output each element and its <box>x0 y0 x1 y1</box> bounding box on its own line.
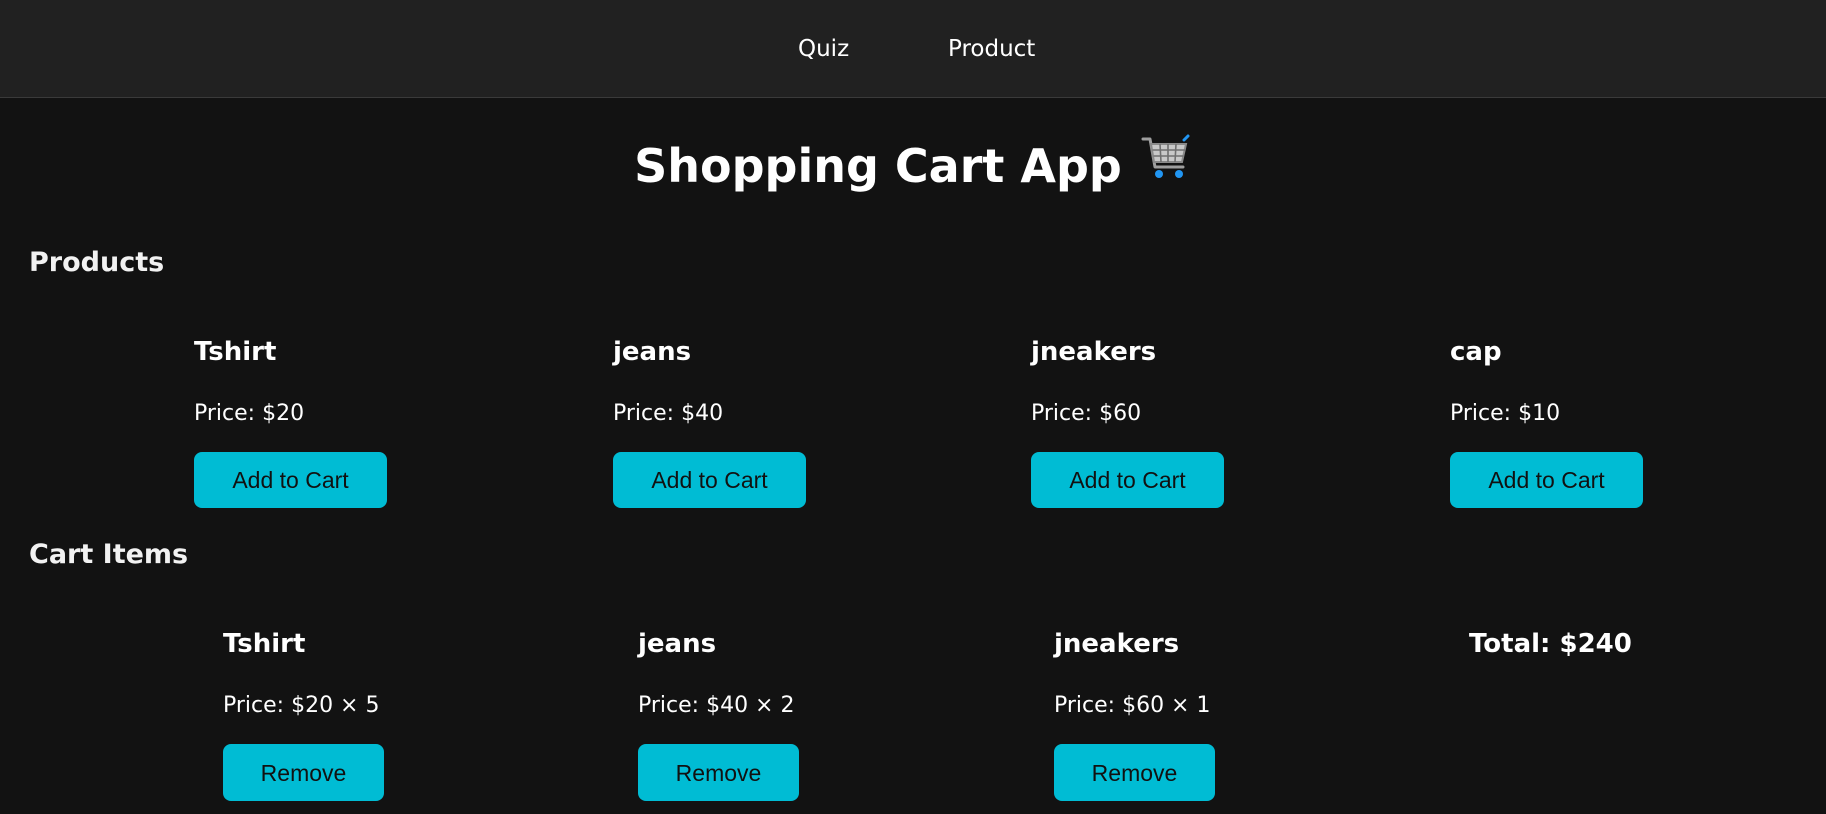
page-title-text: Shopping Cart App <box>634 139 1122 193</box>
product-price: Price: $20 <box>194 401 305 426</box>
cart-item-price: Price: $40 × 2 <box>638 693 795 718</box>
product-price: Price: $60 <box>1031 401 1142 426</box>
add-to-cart-button-tshirt[interactable]: Add to Cart <box>194 452 387 508</box>
nav-link-quiz[interactable]: Quiz <box>798 34 849 64</box>
product-price: Price: $40 <box>613 401 724 426</box>
remove-button-tshirt[interactable]: Remove <box>223 744 384 801</box>
nav-link-product[interactable]: Product <box>948 34 1035 64</box>
add-to-cart-button-jneakers[interactable]: Add to Cart <box>1031 452 1224 508</box>
remove-button-jeans[interactable]: Remove <box>638 744 799 801</box>
products-heading: Products <box>29 247 165 278</box>
cart-items-heading: Cart Items <box>29 539 189 570</box>
product-name: jeans <box>613 337 692 367</box>
product-name: jneakers <box>1031 337 1157 367</box>
shopping-cart-icon <box>1140 132 1192 200</box>
cart-item-name: jeans <box>638 629 717 659</box>
product-name: cap <box>1450 337 1502 367</box>
top-navbar: Quiz Product <box>0 0 1826 98</box>
cart-item-price: Price: $20 × 5 <box>223 693 380 718</box>
page-title: Shopping Cart App <box>0 132 1826 204</box>
cart-item-name: Tshirt <box>223 629 306 659</box>
cart-total: Total: $240 <box>1469 629 1632 659</box>
remove-button-jneakers[interactable]: Remove <box>1054 744 1215 801</box>
add-to-cart-button-cap[interactable]: Add to Cart <box>1450 452 1643 508</box>
cart-item-price: Price: $60 × 1 <box>1054 693 1211 718</box>
cart-item-name: jneakers <box>1054 629 1180 659</box>
product-name: Tshirt <box>194 337 277 367</box>
product-price: Price: $10 <box>1450 401 1561 426</box>
add-to-cart-button-jeans[interactable]: Add to Cart <box>613 452 806 508</box>
